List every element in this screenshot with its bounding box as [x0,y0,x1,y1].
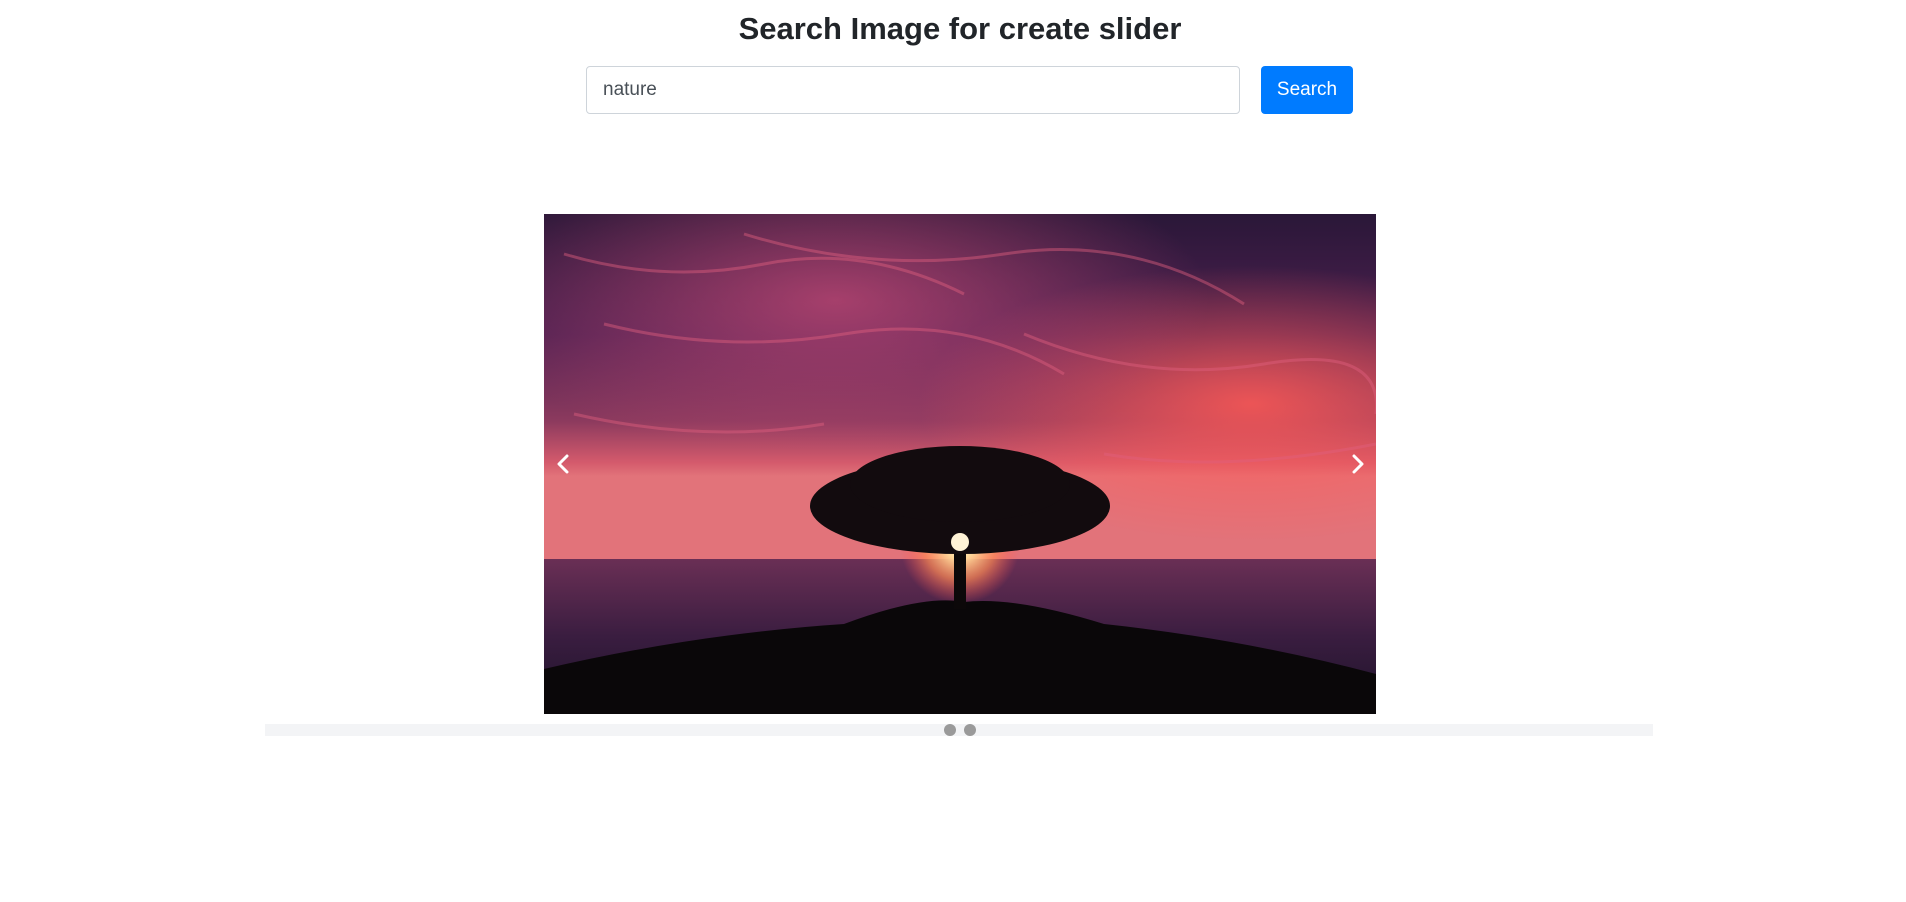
page-title: Search Image for create slider [738,11,1182,46]
slider-image [544,214,1376,714]
slider-indicator-bar [265,724,1653,736]
slider-next-button[interactable] [1340,444,1376,484]
chevron-right-icon [1352,454,1364,474]
search-input[interactable] [586,66,1240,114]
search-button[interactable]: Search [1261,66,1353,114]
slider-indicator-1[interactable] [944,724,956,736]
chevron-left-icon [557,454,569,474]
page: Search Image for create slider Search [0,0,1906,902]
slider-indicator-2[interactable] [964,724,976,736]
slider-prev-button[interactable] [545,444,581,484]
